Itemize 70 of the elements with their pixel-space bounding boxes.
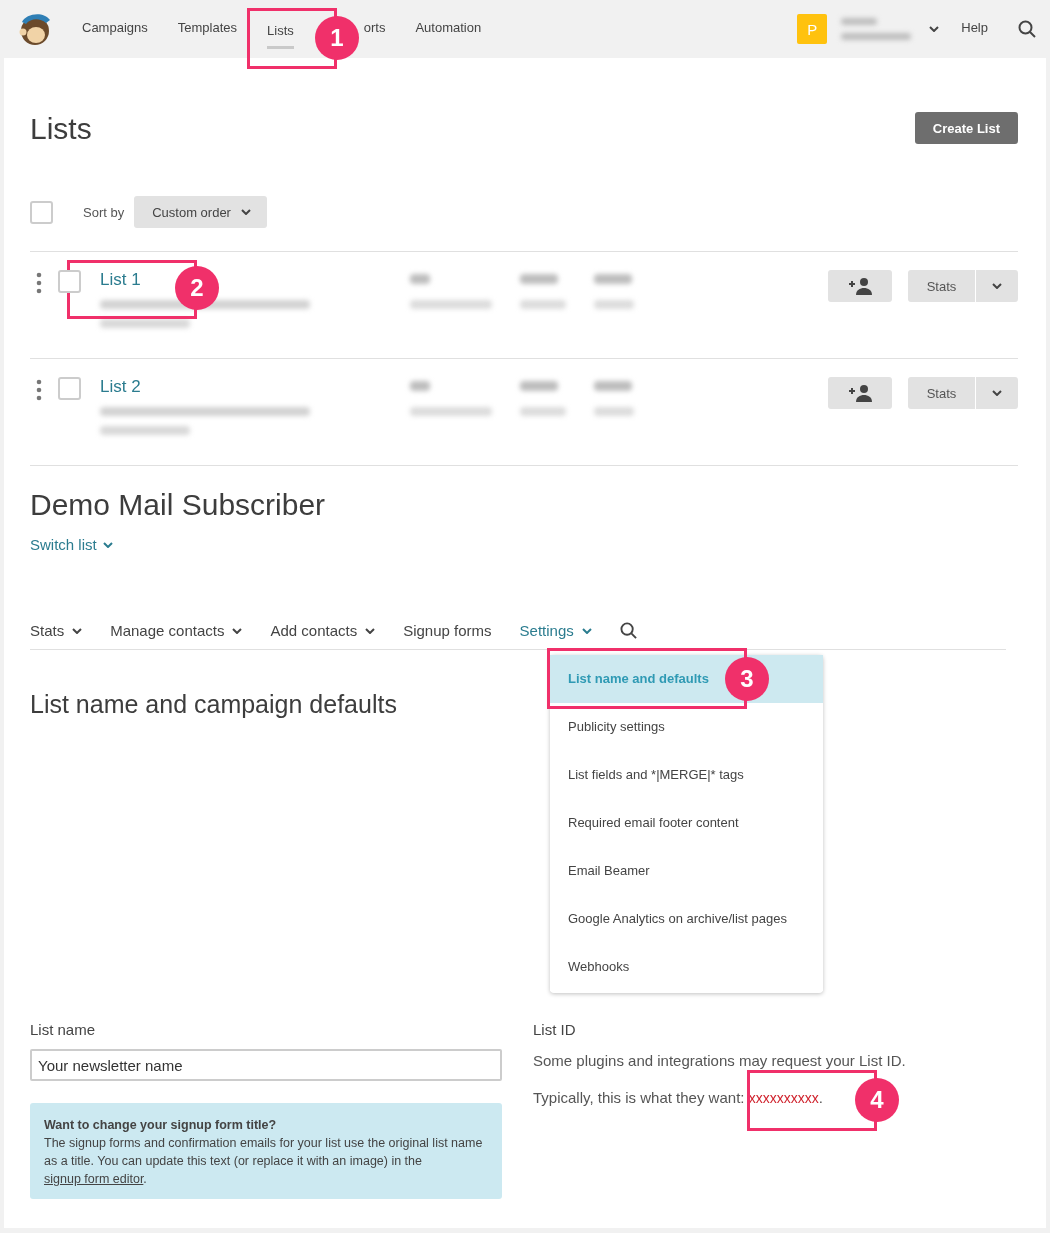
signup-editor-link[interactable]: signup form editor — [44, 1172, 144, 1186]
sort-dropdown[interactable]: Custom order — [134, 196, 267, 228]
add-subscriber-button[interactable] — [828, 270, 892, 302]
blurred-text — [520, 274, 558, 284]
list-name-field[interactable]: Your newsletter name — [30, 1049, 502, 1081]
menu-item[interactable]: Google Analytics on archive/list pages — [550, 895, 823, 943]
nav-link[interactable]: Campaigns — [82, 12, 148, 46]
nav-link[interactable]: Automation — [415, 12, 482, 46]
stats-button[interactable]: Stats — [908, 270, 975, 302]
add-person-icon — [847, 277, 873, 295]
blurred-text — [410, 274, 430, 284]
chevron-down-icon — [72, 627, 83, 634]
chevron-down-icon — [240, 209, 251, 215]
blurred-text — [520, 300, 566, 309]
add-person-icon — [847, 384, 873, 402]
more-options-icon[interactable] — [36, 379, 42, 401]
search-icon[interactable] — [619, 622, 637, 639]
blurred-text — [410, 381, 430, 391]
chevron-down-icon — [232, 627, 243, 634]
menu-item[interactable]: Email Beamer — [550, 847, 823, 895]
chevron-down-icon — [992, 390, 1002, 396]
blurred-text — [594, 300, 634, 309]
chevron-down-icon — [992, 283, 1002, 289]
blurred-text — [520, 381, 558, 391]
create-list-button[interactable]: Create List — [914, 112, 1018, 144]
sort-label: Sort by — [83, 204, 125, 220]
blurred-text — [841, 18, 878, 25]
blurred-text — [841, 33, 912, 40]
nav-link[interactable]: Lists — [267, 15, 294, 49]
nav-link[interactable]: orts — [363, 12, 386, 46]
list-title: Demo Mail Subscriber — [30, 488, 327, 522]
blurred-text — [594, 381, 632, 391]
menu-item[interactable]: List fields and *|MERGE|* tags — [550, 751, 823, 799]
chevron-down-icon — [581, 627, 592, 634]
blurred-text — [594, 407, 634, 416]
field-label: List name — [30, 1021, 97, 1038]
list-id-description: Some plugins and integrations may request your List ID. — [533, 1052, 906, 1069]
menu-item[interactable]: Required email footer content — [550, 799, 823, 847]
tab[interactable]: Add contacts — [270, 622, 376, 639]
page-title: Lists — [30, 112, 92, 146]
notice-text: The signup forms and confirmation emails for your list use the original list name as a title. You can update this text (or replace it with an image) in the signup form editor. — [44, 1135, 484, 1188]
tab[interactable]: Signup forms — [403, 622, 492, 639]
add-subscriber-button[interactable] — [828, 377, 892, 409]
blurred-text — [594, 274, 632, 284]
menu-item[interactable]: Publicity settings — [550, 703, 823, 751]
more-options-icon[interactable] — [36, 272, 42, 294]
list-checkbox[interactable] — [58, 270, 81, 293]
tab[interactable]: Settings — [519, 622, 592, 639]
step-badge: 1 — [315, 16, 359, 60]
select-all-checkbox[interactable] — [30, 200, 53, 224]
blurred-text — [520, 407, 566, 416]
list-name-link[interactable]: List 2 — [100, 377, 141, 397]
tab[interactable]: Manage contacts — [110, 622, 243, 639]
chevron-down-icon — [365, 627, 376, 634]
menu-item[interactable]: Webhooks — [550, 943, 823, 991]
list-id-value[interactable]: xxxxxxxxxx — [748, 1090, 819, 1106]
stats-button[interactable]: Stats — [908, 377, 975, 409]
field-label: List ID — [533, 1021, 577, 1038]
chevron-down-icon — [102, 541, 113, 548]
list-checkbox[interactable] — [58, 377, 81, 400]
tab[interactable]: Stats — [30, 622, 83, 639]
switch-list-link[interactable]: Switch list — [30, 536, 113, 553]
list-id-text: Typically, this is what they want: xxxxxxxxxx. — [533, 1089, 823, 1106]
help-link[interactable]: Help — [961, 12, 988, 46]
section-title: List name and campaign defaults — [30, 690, 397, 719]
search-icon[interactable] — [1018, 20, 1036, 38]
notice-title: Want to change your signup form title? — [44, 1117, 278, 1134]
list-name-link[interactable]: List 1 — [100, 270, 141, 290]
nav-link[interactable]: Templates — [177, 12, 237, 46]
chevron-down-icon — [929, 26, 940, 32]
